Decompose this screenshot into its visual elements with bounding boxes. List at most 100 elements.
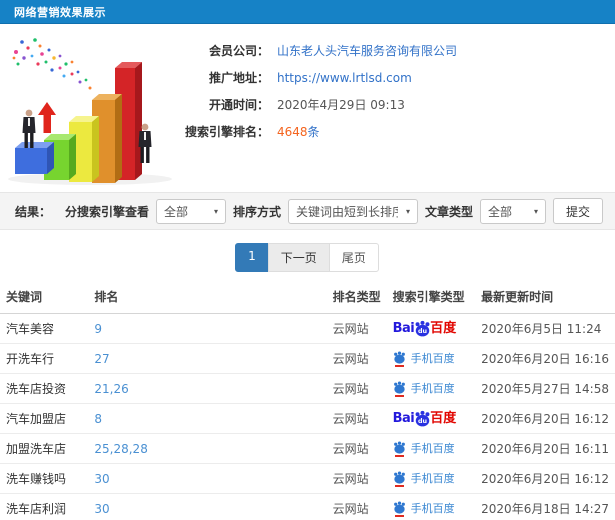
promotion-url-link[interactable]: https://www.lrtlsd.com	[277, 65, 412, 92]
table-row: 汽车美容 9 云网站 Bai du 百度 2020年6月5日 11:24	[0, 313, 615, 344]
mobile-baidu-paw-icon	[393, 351, 406, 367]
rank-type-cell: 云网站	[326, 433, 387, 464]
rank-cell: 27	[88, 343, 327, 374]
svg-text:du: du	[418, 417, 427, 425]
engine-type-cell: Bai du 百度	[386, 493, 476, 520]
rank-type-text: 云网站	[332, 412, 369, 426]
header-update-time: 最新更新时间	[475, 280, 615, 314]
keyword-cell: 洗车赚钱吗	[0, 463, 89, 494]
info-row-url: 推广地址： https://www.lrtlsd.com	[174, 65, 457, 92]
promotion-url-label: 推广地址：	[208, 71, 269, 85]
mobile-baidu-underline	[394, 364, 404, 367]
results-table: 关键词 排名 排名类型 搜索引擎类型 最新更新时间 汽车美容 9 云网站 Bai…	[0, 280, 615, 520]
keyword-cell: 加盟洗车店	[0, 433, 89, 464]
rank-count: 4648	[277, 125, 308, 139]
sort-filter-value: 关键词由短到长排序	[295, 204, 398, 219]
engine-filter-select[interactable]: 全部 ▾	[155, 198, 226, 224]
company-label: 会员公司：	[208, 44, 269, 58]
rank-link[interactable]: 9	[94, 322, 102, 336]
engine-type-cell: Bai du 百度	[386, 433, 476, 464]
next-page-button[interactable]: 下一页	[267, 243, 330, 272]
page-title: 网络营销效果展示	[14, 5, 106, 19]
update-time-text: 2020年5月27日 14:58	[481, 382, 609, 396]
page-1-button[interactable]: 1	[235, 243, 269, 272]
article-type-select[interactable]: 全部 ▾	[479, 198, 546, 224]
table-row: 开洗车行 27 云网站 Bai du 百度	[0, 343, 615, 374]
opened-time-label: 开通时间：	[208, 98, 269, 112]
up-arrow-icon	[38, 102, 56, 133]
baidu-bai-text: Bai	[392, 321, 415, 336]
rank-link[interactable]: 25,28,28	[94, 442, 147, 456]
rank-type-text: 云网站	[332, 352, 369, 366]
update-time-cell: 2020年6月20日 16:12	[475, 403, 615, 434]
mobile-baidu-label: 手机百度	[410, 472, 455, 485]
company-name-link[interactable]: 山东老人头汽车服务咨询有限公司	[277, 38, 457, 65]
keyword-cell: 开洗车行	[0, 343, 89, 374]
engine-type-cell: Bai du 百度	[386, 403, 476, 434]
filter-bar: 结果： 分搜索引擎查看 全部 ▾ 排序方式 关键词由短到长排序 ▾ 文章类型 全…	[0, 192, 615, 230]
rank-type-cell: 云网站	[326, 463, 387, 494]
rank-link[interactable]: 27	[94, 352, 109, 366]
header-engine-type: 搜索引擎类型	[386, 280, 476, 314]
keyword-cell: 汽车加盟店	[0, 403, 89, 434]
info-row-company: 会员公司： 山东老人头汽车服务咨询有限公司	[174, 38, 457, 65]
rank-type-cell: 云网站	[326, 373, 387, 404]
baidu-logo: Bai du 百度	[393, 410, 456, 427]
last-page-button[interactable]: 尾页	[328, 243, 379, 272]
update-time-cell: 2020年6月20日 16:16	[475, 343, 615, 374]
mobile-baidu-underline	[394, 514, 404, 517]
rank-type-cell: 云网站	[326, 343, 387, 374]
pagination: 1 下一页 尾页	[0, 243, 615, 272]
keyword-text: 汽车加盟店	[6, 412, 67, 426]
table-row: 洗车店利润 30 云网站 Bai du 百度	[0, 493, 615, 520]
engine-rank-label: 搜索引擎排名：	[184, 125, 269, 139]
rank-link[interactable]: 21,26	[94, 382, 128, 396]
baidu-paw-icon: du	[415, 410, 430, 427]
header-keyword: 关键词	[0, 280, 89, 314]
rank-cell: 9	[88, 313, 327, 344]
rank-link[interactable]: 30	[94, 502, 109, 516]
article-type-label: 文章类型	[424, 204, 473, 219]
rank-type-cell: 云网站	[326, 313, 387, 344]
info-row-opened: 开通时间： 2020年4月29日 09:13	[174, 92, 457, 119]
engine-type-cell: Bai du 百度	[386, 313, 476, 344]
keyword-text: 洗车赚钱吗	[6, 472, 67, 486]
keyword-cell: 洗车店投资	[0, 373, 89, 404]
rank-cell: 21,26	[88, 373, 327, 404]
engine-type-cell: Bai du 百度	[386, 463, 476, 494]
bar-chart-illustration-image	[8, 38, 172, 185]
mobile-baidu-logo: 手机百度	[393, 381, 455, 397]
keyword-cell: 洗车店利润	[0, 493, 89, 520]
engine-type-cell: Bai du 百度	[386, 373, 476, 404]
update-time-cell: 2020年6月18日 14:27	[475, 493, 615, 520]
rank-type-text: 云网站	[332, 502, 369, 516]
update-time-cell: 2020年6月20日 16:12	[475, 463, 615, 494]
result-label: 结果：	[15, 204, 52, 219]
mobile-baidu-label: 手机百度	[410, 352, 455, 365]
sort-filter-select[interactable]: 关键词由短到长排序 ▾	[287, 198, 418, 224]
update-time-text: 2020年6月20日 16:11	[481, 442, 609, 456]
rank-link[interactable]: 8	[94, 412, 102, 426]
rank-type-text: 云网站	[332, 382, 369, 396]
rank-link[interactable]: 30	[94, 472, 109, 486]
update-time-cell: 2020年5月27日 14:58	[475, 373, 615, 404]
rank-cell: 30	[88, 493, 327, 520]
update-time-cell: 2020年6月5日 11:24	[475, 313, 615, 344]
update-time-cell: 2020年6月20日 16:11	[475, 433, 615, 464]
rank-type-text: 云网站	[332, 442, 369, 456]
chevron-down-icon: ▾	[533, 206, 538, 216]
keyword-text: 洗车店利润	[6, 502, 67, 516]
rank-type-cell: 云网站	[326, 493, 387, 520]
engine-filter-value: 全部	[163, 204, 188, 219]
submit-button[interactable]: 提交	[552, 198, 603, 224]
table-row: 汽车加盟店 8 云网站 Bai du 百度 2020年6月20日 16:12	[0, 403, 615, 434]
mobile-baidu-label: 手机百度	[410, 382, 455, 395]
keyword-text: 洗车店投资	[6, 382, 67, 396]
update-time-text: 2020年6月5日 11:24	[481, 322, 602, 336]
mobile-baidu-logo: 手机百度	[393, 351, 455, 367]
title-bar: 网络营销效果展示	[0, 0, 615, 24]
info-row-engine-rank: 搜索引擎排名： 4648条	[174, 119, 457, 146]
info-section: 会员公司： 山东老人头汽车服务咨询有限公司 推广地址： https://www.…	[0, 24, 615, 192]
keyword-cell: 汽车美容	[0, 313, 89, 344]
chevron-down-icon: ▾	[213, 206, 218, 216]
